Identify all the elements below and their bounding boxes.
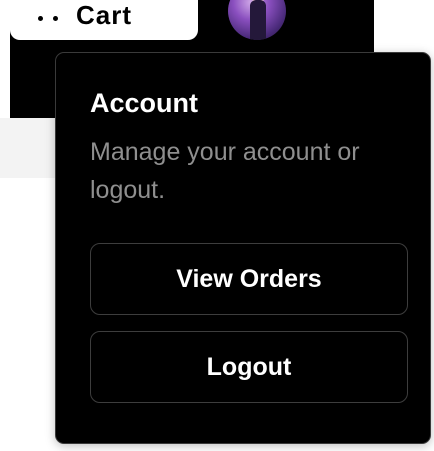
logout-button[interactable]: Logout [90, 331, 408, 403]
view-orders-button[interactable]: View Orders [90, 243, 408, 315]
avatar-figure [250, 0, 266, 40]
popover-title: Account [90, 88, 198, 118]
account-popover: Account Manage your account or logout. V… [55, 52, 431, 444]
app-screen: Cart Account Manage your account or logo… [0, 0, 434, 451]
cart-button[interactable]: Cart [10, 0, 198, 40]
popover-description: Manage your account or logout. [90, 138, 360, 204]
page-background [0, 118, 60, 178]
cart-icon [38, 8, 58, 28]
cart-label: Cart [76, 0, 133, 30]
